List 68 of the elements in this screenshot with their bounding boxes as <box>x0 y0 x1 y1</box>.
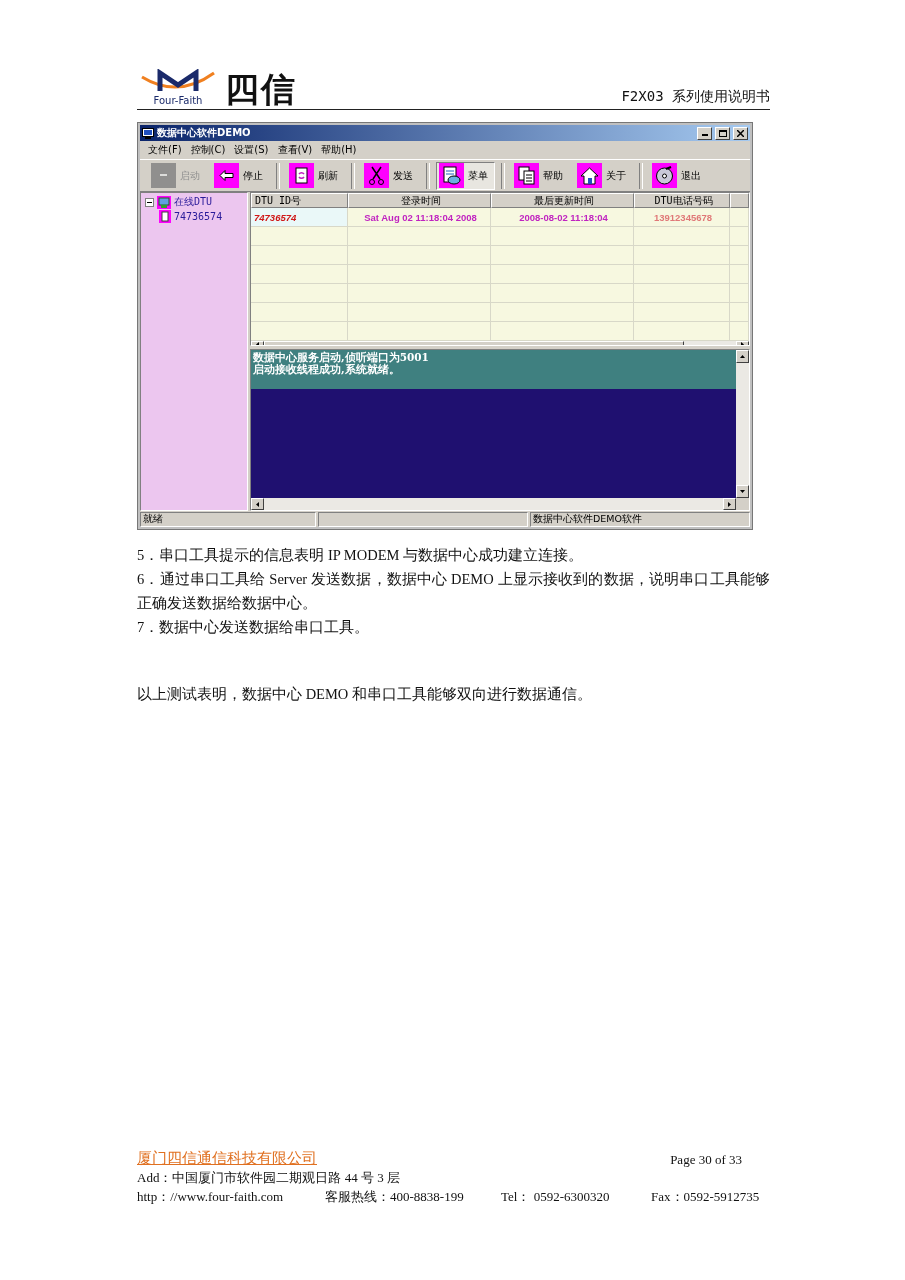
close-button[interactable] <box>733 126 748 140</box>
column-header[interactable] <box>730 193 749 208</box>
table-cell: 74736574 <box>251 208 348 227</box>
collapse-icon[interactable] <box>145 197 154 207</box>
paragraph: 以上测试表明，数据中心 DEMO 和串口工具能够双向进行数据通信。 <box>137 685 593 704</box>
vertical-scrollbar[interactable] <box>736 350 749 498</box>
toolbar-button[interactable]: 退出 <box>649 161 708 190</box>
down-arrow-icon <box>740 489 745 494</box>
toolbar-button[interactable]: 刷新 <box>286 161 345 190</box>
status-text: 数据中心软件DEMO软件 <box>530 512 750 527</box>
toolbar-button[interactable]: 停止 <box>211 161 270 190</box>
fax-text: Fax：0592-5912735 <box>651 1188 761 1206</box>
house-icon <box>577 163 602 188</box>
table-cell <box>730 208 749 227</box>
refresh-icon <box>289 163 314 188</box>
table-cell <box>730 303 749 322</box>
column-header[interactable]: 登录时间 <box>348 193 491 208</box>
paragraph: 6．通过串口工具给 Server 发送数据，数据中心 DEMO 上显示接收到的数据，说明串口工具能够正确发送数据给数据中心。 <box>137 570 770 613</box>
table-cell: Sat Aug 02 11:18:04 2008 <box>348 208 491 227</box>
maximize-button[interactable] <box>715 126 730 140</box>
menu-item[interactable]: 设置(S) <box>234 143 269 157</box>
website-text: http：//www.four-faith.com <box>137 1188 285 1206</box>
paragraph: 5．串口工具提示的信息表明 IP MODEM 与数据中心成功建立连接。 <box>137 546 585 565</box>
app-icon <box>142 127 154 139</box>
window-title: 数据中心软件DEMO <box>157 126 252 140</box>
table-cell <box>730 246 749 265</box>
table-cell: 13912345678 <box>634 208 730 227</box>
toolbar-button[interactable]: 帮助 <box>511 161 570 190</box>
phone-text: Tel： 0592-6300320 <box>501 1188 611 1206</box>
dash-icon <box>151 163 176 188</box>
menu-item[interactable]: 查看(V) <box>277 143 313 157</box>
logo-text: Four-Faith <box>153 95 203 106</box>
table-cell <box>730 265 749 284</box>
menu-item[interactable]: 帮助(H) <box>321 143 357 157</box>
column-header[interactable]: DTU ID号 <box>251 193 348 208</box>
horizontal-scrollbar[interactable] <box>251 498 736 510</box>
tree-item[interactable]: 在线DTU <box>174 195 213 209</box>
log-line: 启动接收线程成功,系统就绪。 <box>253 363 400 375</box>
document-title: F2X03 系列使用说明书 <box>621 88 770 106</box>
up-arrow-icon <box>740 354 745 359</box>
paragraph: 7．数据中心发送数据给串口工具。 <box>137 618 371 637</box>
page-number: Page 30 of 33 <box>670 1152 742 1168</box>
table-cell <box>730 284 749 303</box>
documents-icon <box>514 163 539 188</box>
right-arrow-icon <box>727 501 732 507</box>
column-header[interactable]: DTU电话号码 <box>634 193 730 208</box>
document-icon <box>439 163 464 188</box>
toolbar-button[interactable]: 关于 <box>574 161 633 190</box>
column-header[interactable]: 最后更新时间 <box>491 193 634 208</box>
table-cell: 2008-08-02 11:18:04 <box>491 208 634 227</box>
hotline-text: 客服热线：400-8838-199 <box>325 1188 465 1206</box>
log-line: 数据中心服务启动,侦听端口为5001 <box>253 351 430 363</box>
logo-wordmark: 四信 <box>225 72 297 106</box>
toolbar-button[interactable]: 菜单 <box>436 161 495 190</box>
close-icon <box>737 129 744 137</box>
toolbar-button[interactable]: 发送 <box>361 161 420 190</box>
address-text: Add：中国厦门市软件园二期观日路 44 号 3 层 <box>137 1169 401 1187</box>
tree-item[interactable]: 74736574 <box>174 211 223 222</box>
maximize-icon <box>718 129 727 137</box>
minimize-button[interactable] <box>697 126 712 140</box>
menu-item[interactable]: 控制(C) <box>190 143 226 157</box>
network-icon <box>157 195 171 209</box>
device-icon <box>159 210 171 223</box>
menu-item[interactable]: 文件(F) <box>148 143 182 157</box>
table-cell <box>730 227 749 246</box>
status-text: 就绪 <box>140 512 316 527</box>
left-arrow-icon <box>255 501 260 507</box>
scissors-icon <box>364 163 389 188</box>
